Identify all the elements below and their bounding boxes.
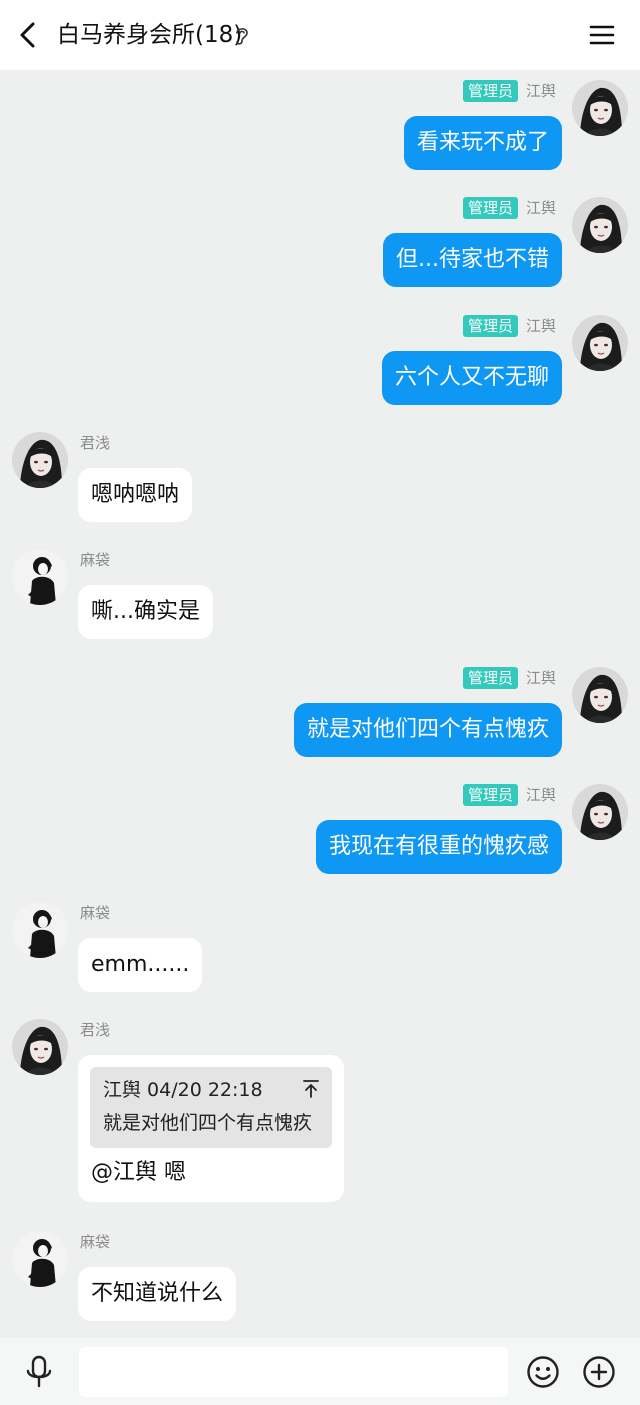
- sender-name: 麻袋: [80, 904, 111, 922]
- message-bubble[interactable]: 嗯呐嗯呐: [78, 468, 193, 522]
- avatar[interactable]: [12, 1019, 68, 1075]
- admin-badge: 管理员: [462, 315, 518, 337]
- admin-badge: 管理员: [462, 80, 518, 102]
- message-list[interactable]: 管理员 江舆 看来玩不成了 管理员 江舆 但...待家也不错 管理员 江舆 六个…: [0, 70, 640, 1338]
- chat-header: 白马养身会所(18): [0, 0, 640, 70]
- sender-name: 江舆: [525, 82, 556, 100]
- smiley-icon[interactable]: [526, 1355, 560, 1389]
- sender-name: 江舆: [525, 317, 556, 335]
- avatar[interactable]: [12, 549, 68, 605]
- quote-header: 江舆 04/20 22:18: [103, 1079, 263, 1101]
- quoted-message[interactable]: 江舆 04/20 22:18 就是对他们四个有点愧疚: [90, 1067, 332, 1148]
- admin-badge: 管理员: [462, 784, 518, 806]
- message-bubble[interactable]: 就是对他们四个有点愧疚: [293, 703, 562, 757]
- jump-to-top-icon[interactable]: [302, 1079, 320, 1099]
- avatar[interactable]: [12, 902, 68, 958]
- avatar[interactable]: [572, 197, 628, 253]
- message-bubble[interactable]: emm......: [78, 938, 203, 992]
- message-bubble[interactable]: 嘶...确实是: [78, 585, 213, 639]
- sender-name: 江舆: [525, 199, 556, 217]
- reply-bubble[interactable]: 江舆 04/20 22:18 就是对他们四个有点愧疚 @江舆 嗯: [78, 1055, 344, 1202]
- microphone-icon[interactable]: [22, 1354, 56, 1390]
- hamburger-menu-icon[interactable]: [586, 19, 618, 51]
- sender-name: 麻袋: [80, 551, 111, 569]
- ear-icon: [236, 28, 248, 45]
- avatar[interactable]: [12, 1231, 68, 1287]
- avatar[interactable]: [12, 432, 68, 488]
- message-bubble[interactable]: 看来玩不成了: [403, 116, 562, 170]
- avatar[interactable]: [572, 80, 628, 136]
- sender-name: 君浅: [80, 1021, 111, 1039]
- avatar[interactable]: [572, 667, 628, 723]
- message-bubble[interactable]: 我现在有很重的愧疚感: [315, 820, 562, 874]
- sender-name: 麻袋: [80, 1233, 111, 1251]
- admin-badge: 管理员: [462, 667, 518, 689]
- input-bar: [0, 1338, 640, 1405]
- sender-name: 江舆: [525, 669, 556, 687]
- message-bubble[interactable]: 但...待家也不错: [383, 233, 562, 287]
- add-circle-icon[interactable]: [582, 1355, 616, 1389]
- avatar[interactable]: [572, 315, 628, 371]
- message-bubble[interactable]: 不知道说什么: [78, 1267, 237, 1321]
- group-title: 白马养身会所(18): [57, 22, 243, 48]
- avatar[interactable]: [572, 784, 628, 840]
- message-input[interactable]: [79, 1347, 508, 1397]
- chevron-left-icon[interactable]: [12, 18, 46, 52]
- sender-name: 君浅: [80, 434, 111, 452]
- admin-badge: 管理员: [462, 197, 518, 219]
- reply-text: @江舆 嗯: [91, 1160, 186, 1185]
- sender-name: 江舆: [525, 786, 556, 804]
- quote-body: 就是对他们四个有点愧疚: [103, 1112, 313, 1134]
- message-bubble[interactable]: 六个人又不无聊: [381, 351, 562, 405]
